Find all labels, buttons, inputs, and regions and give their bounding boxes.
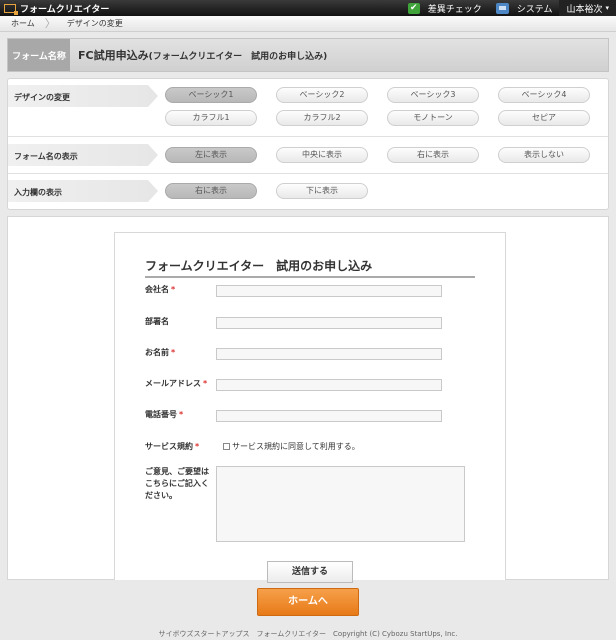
field-label-comments: ご意見、ご要望はこちらにご記入ください。 [145,467,209,500]
field-label-company: 会社名 * [145,285,176,294]
system-menu[interactable]: システム [489,0,560,16]
form-name-display-label: フォーム名の表示 [8,144,158,166]
terms-checkbox[interactable] [223,443,230,450]
design-row: デザインの変更 ベーシック1 ベーシック2 ベーシック3 ベーシック4 カラフル… [8,79,608,137]
field-label-terms: サービス規約 * [145,442,200,451]
input-display-label: 入力欄の表示 [8,180,158,202]
form-name-label: フォーム名称 [8,39,70,71]
system-icon [495,2,509,14]
design-label: デザインの変更 [8,85,158,107]
submit-button[interactable]: 送信する [267,561,353,583]
comments-textarea[interactable] [216,466,465,542]
design-option-basic2[interactable]: ベーシック2 [276,87,368,103]
design-option-basic4[interactable]: ベーシック4 [498,87,590,103]
design-option-basic1[interactable]: ベーシック1 [165,87,257,103]
design-option-colorful2[interactable]: カラフル2 [276,110,368,126]
terms-agree[interactable]: サービス規約に同意して利用する。 [223,441,360,452]
breadcrumb-current: デザインの変更 [66,19,123,28]
design-settings-panel: デザインの変更 ベーシック1 ベーシック2 ベーシック3 ベーシック4 カラフル… [7,78,609,210]
check-icon: ✔ [407,2,420,14]
name-input[interactable] [216,348,442,360]
footer-copyright: サイボウズスタートアップス フォームクリエイター Copyright (C) C… [158,630,458,638]
form-preview-card: フォームクリエイター 試用のお申し込み 会社名 * 部署名 お名前 * メールアドレ… [114,232,506,583]
top-right-menu: ✔ 差異チェック システム 山本裕次 ▾ [401,0,616,16]
breadcrumb-home[interactable]: ホーム [0,18,45,29]
design-option-monotone[interactable]: モノトーン [387,110,479,126]
phone-input[interactable] [216,410,442,422]
department-input[interactable] [216,317,442,329]
diff-check-menu[interactable]: ✔ 差異チェック [401,0,489,16]
app-title: フォームクリエイター [20,4,110,15]
input-display-below[interactable]: 下に表示 [276,183,368,199]
email-input[interactable] [216,379,442,391]
breadcrumb-separator-icon: 〉 [44,16,56,30]
form-name-bar: フォーム名称 FC試用申込み(フォームクリエイター 試用のお申し込み) [7,38,609,72]
form-name-display-row: フォーム名の表示 左に表示 中央に表示 右に表示 表示しない [8,137,608,174]
home-button[interactable]: ホームへ [257,588,359,616]
chevron-down-icon: ▾ [605,4,609,12]
form-preview-area: フォームクリエイター 試用のお申し込み 会社名 * 部署名 お名前 * メールアドレ… [7,216,609,583]
input-display-right[interactable]: 右に表示 [165,183,257,199]
top-bar: フォームクリエイター ✔ 差異チェック システム 山本裕次 ▾ [0,0,616,16]
field-label-email: メールアドレス * [145,379,208,388]
breadcrumb: ホーム 〉 デザインの変更 [0,16,616,32]
field-label-phone: 電話番号 * [145,410,184,419]
design-option-colorful1[interactable]: カラフル1 [165,110,257,126]
app-logo-icon [4,3,18,15]
name-display-hidden[interactable]: 表示しない [498,147,590,163]
form-name-value: FC試用申込み(フォームクリエイター 試用のお申し込み) [78,49,328,62]
field-label-department: 部署名 [145,317,169,326]
name-display-center[interactable]: 中央に表示 [276,147,368,163]
form-preview-title: フォームクリエイター 試用のお申し込み [145,257,475,278]
user-menu[interactable]: 山本裕次 ▾ [559,0,616,16]
name-display-right[interactable]: 右に表示 [387,147,479,163]
company-input[interactable] [216,285,442,297]
field-label-name: お名前 * [145,348,176,357]
design-option-sepia[interactable]: セピア [498,110,590,126]
input-display-row: 入力欄の表示 右に表示 下に表示 [8,174,608,210]
name-display-left[interactable]: 左に表示 [165,147,257,163]
design-option-basic3[interactable]: ベーシック3 [387,87,479,103]
